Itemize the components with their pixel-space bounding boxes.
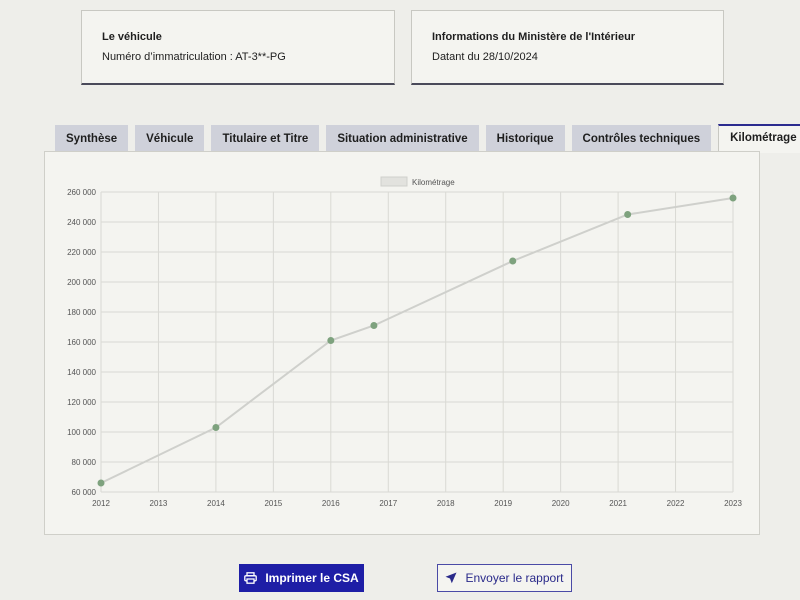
data-point — [327, 337, 335, 344]
registration-number: Numéro d’immatriculation : AT-3**-PG — [102, 51, 286, 63]
mileage-panel: 60 000 80 000 100 000 120 000 140 000 160 000… — [44, 151, 760, 535]
y-tick-label: 160 000 — [67, 338, 96, 347]
x-tick-label: 2015 — [264, 499, 282, 508]
vehicle-card: Le véhicule Numéro d’immatriculation : A… — [81, 10, 395, 85]
tab-historique[interactable]: Historique — [485, 125, 565, 152]
x-tick-label: 2023 — [724, 499, 742, 508]
tab-situation-administrative[interactable]: Situation administrative — [326, 125, 479, 152]
y-tick-label: 200 000 — [67, 278, 96, 287]
y-tick-label: 140 000 — [67, 368, 96, 377]
ministry-card-title: Informations du Ministère de l'Intérieur — [432, 31, 636, 43]
x-tick-label: 2012 — [92, 499, 110, 508]
data-point — [97, 479, 105, 487]
tab-synthese[interactable]: Synthèse — [55, 125, 129, 152]
tab-controles-techniques[interactable]: Contrôles techniques — [571, 125, 712, 152]
x-tick-label: 2018 — [437, 499, 455, 508]
y-tick-label: 220 000 — [67, 248, 96, 257]
data-point — [624, 211, 632, 218]
mileage-chart: 60 000 80 000 100 000 120 000 140 000 160 000… — [67, 176, 742, 508]
ministry-card: Informations du Ministère de l'Intérieur… — [411, 10, 724, 85]
x-tick-label: 2017 — [379, 499, 397, 508]
data-point — [729, 194, 737, 202]
tab-titulaire-et-titre[interactable]: Titulaire et Titre — [211, 125, 320, 152]
tab-vehicule[interactable]: Véhicule — [135, 125, 205, 152]
tab-bar: Synthèse Véhicule Titulaire et Titre Sit… — [55, 124, 800, 153]
data-point — [212, 424, 220, 431]
vehicle-card-title: Le véhicule — [102, 31, 162, 43]
print-csa-label: Imprimer le CSA — [265, 571, 359, 585]
x-tick-label: 2016 — [322, 499, 340, 508]
send-report-label: Envoyer le rapport — [465, 571, 564, 585]
y-tick-label: 60 000 — [72, 488, 97, 497]
x-tick-label: 2013 — [150, 499, 168, 508]
legend-label: Kilométrage — [412, 178, 455, 187]
send-icon — [445, 572, 457, 584]
x-tick-label: 2020 — [552, 499, 570, 508]
tab-kilometrage[interactable]: Kilométrage — [718, 124, 800, 153]
x-tick-label: 2022 — [667, 499, 685, 508]
y-tick-label: 180 000 — [67, 308, 96, 317]
printer-icon — [244, 572, 258, 584]
legend-swatch — [380, 176, 408, 187]
x-tick-label: 2014 — [207, 499, 225, 508]
data-point — [370, 322, 378, 329]
y-tick-label: 100 000 — [67, 428, 96, 437]
y-tick-label: 80 000 — [72, 458, 97, 467]
print-csa-button[interactable]: Imprimer le CSA — [239, 564, 364, 592]
y-tick-label: 240 000 — [67, 218, 96, 227]
data-point — [509, 257, 517, 265]
x-tick-label: 2021 — [609, 499, 627, 508]
y-tick-label: 120 000 — [67, 398, 96, 407]
y-tick-label: 260 000 — [67, 188, 96, 197]
x-tick-label: 2019 — [494, 499, 512, 508]
data-date: Datant du 28/10/2024 — [432, 51, 538, 63]
send-report-button[interactable]: Envoyer le rapport — [437, 564, 572, 592]
mileage-line — [100, 197, 734, 484]
